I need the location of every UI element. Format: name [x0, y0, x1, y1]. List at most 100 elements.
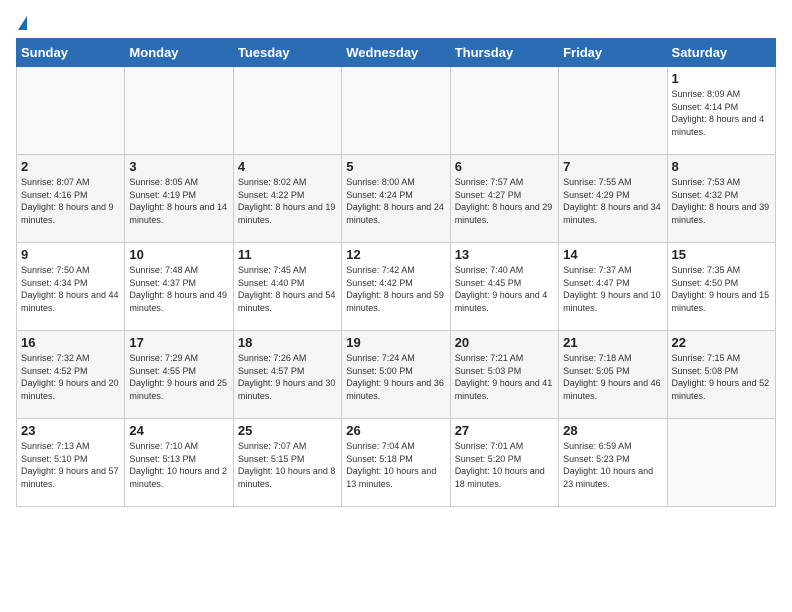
day-info: Sunrise: 7:50 AM Sunset: 4:34 PM Dayligh…	[21, 264, 120, 314]
day-number: 28	[563, 423, 662, 438]
day-info: Sunrise: 6:59 AM Sunset: 5:23 PM Dayligh…	[563, 440, 662, 490]
day-number: 9	[21, 247, 120, 262]
calendar-cell: 7 Sunrise: 7:55 AM Sunset: 4:29 PM Daylig…	[559, 155, 667, 243]
day-info: Sunrise: 8:00 AM Sunset: 4:24 PM Dayligh…	[346, 176, 445, 226]
column-header-thursday: Thursday	[450, 39, 558, 67]
calendar-cell	[233, 67, 341, 155]
calendar-cell: 28 Sunrise: 6:59 AM Sunset: 5:23 PM Dayli…	[559, 419, 667, 507]
logo	[16, 16, 27, 30]
day-number: 25	[238, 423, 337, 438]
calendar-cell	[450, 67, 558, 155]
calendar-cell: 13 Sunrise: 7:40 AM Sunset: 4:45 PM Dayli…	[450, 243, 558, 331]
day-info: Sunrise: 7:10 AM Sunset: 5:13 PM Dayligh…	[129, 440, 228, 490]
day-info: Sunrise: 7:40 AM Sunset: 4:45 PM Dayligh…	[455, 264, 554, 314]
day-number: 21	[563, 335, 662, 350]
calendar-header-row: SundayMondayTuesdayWednesdayThursdayFrid…	[17, 39, 776, 67]
calendar-cell: 22 Sunrise: 7:15 AM Sunset: 5:08 PM Dayli…	[667, 331, 775, 419]
calendar-cell	[125, 67, 233, 155]
calendar-cell: 1 Sunrise: 8:09 AM Sunset: 4:14 PM Daylig…	[667, 67, 775, 155]
day-info: Sunrise: 7:26 AM Sunset: 4:57 PM Dayligh…	[238, 352, 337, 402]
day-info: Sunrise: 7:24 AM Sunset: 5:00 PM Dayligh…	[346, 352, 445, 402]
day-number: 20	[455, 335, 554, 350]
day-info: Sunrise: 7:07 AM Sunset: 5:15 PM Dayligh…	[238, 440, 337, 490]
day-number: 18	[238, 335, 337, 350]
day-info: Sunrise: 7:01 AM Sunset: 5:20 PM Dayligh…	[455, 440, 554, 490]
day-info: Sunrise: 7:55 AM Sunset: 4:29 PM Dayligh…	[563, 176, 662, 226]
calendar-week-row: 1 Sunrise: 8:09 AM Sunset: 4:14 PM Daylig…	[17, 67, 776, 155]
day-info: Sunrise: 7:45 AM Sunset: 4:40 PM Dayligh…	[238, 264, 337, 314]
calendar-cell: 8 Sunrise: 7:53 AM Sunset: 4:32 PM Daylig…	[667, 155, 775, 243]
column-header-sunday: Sunday	[17, 39, 125, 67]
column-header-tuesday: Tuesday	[233, 39, 341, 67]
calendar-cell: 3Sunrise: 8:05 AM Sunset: 4:19 PM Daylig…	[125, 155, 233, 243]
day-number: 15	[672, 247, 771, 262]
day-info: Sunrise: 7:53 AM Sunset: 4:32 PM Dayligh…	[672, 176, 771, 226]
day-number: 5	[346, 159, 445, 174]
calendar-cell: 24 Sunrise: 7:10 AM Sunset: 5:13 PM Dayli…	[125, 419, 233, 507]
day-info: Sunrise: 7:32 AM Sunset: 4:52 PM Dayligh…	[21, 352, 120, 402]
day-number: 12	[346, 247, 445, 262]
day-info: Sunrise: 7:35 AM Sunset: 4:50 PM Dayligh…	[672, 264, 771, 314]
column-header-wednesday: Wednesday	[342, 39, 450, 67]
day-info: Sunrise: 7:42 AM Sunset: 4:42 PM Dayligh…	[346, 264, 445, 314]
day-info: Sunrise: 8:09 AM Sunset: 4:14 PM Dayligh…	[672, 88, 771, 138]
day-number: 8	[672, 159, 771, 174]
day-number: 11	[238, 247, 337, 262]
calendar-week-row: 9 Sunrise: 7:50 AM Sunset: 4:34 PM Daylig…	[17, 243, 776, 331]
calendar-cell: 6 Sunrise: 7:57 AM Sunset: 4:27 PM Daylig…	[450, 155, 558, 243]
calendar-cell: 17 Sunrise: 7:29 AM Sunset: 4:55 PM Dayli…	[125, 331, 233, 419]
calendar-cell: 27 Sunrise: 7:01 AM Sunset: 5:20 PM Dayli…	[450, 419, 558, 507]
calendar-cell: 10 Sunrise: 7:48 AM Sunset: 4:37 PM Dayli…	[125, 243, 233, 331]
calendar-cell: 15 Sunrise: 7:35 AM Sunset: 4:50 PM Dayli…	[667, 243, 775, 331]
calendar-week-row: 23 Sunrise: 7:13 AM Sunset: 5:10 PM Dayli…	[17, 419, 776, 507]
calendar-cell: 25 Sunrise: 7:07 AM Sunset: 5:15 PM Dayli…	[233, 419, 341, 507]
day-number: 19	[346, 335, 445, 350]
day-info: Sunrise: 7:18 AM Sunset: 5:05 PM Dayligh…	[563, 352, 662, 402]
day-info: Sunrise: 7:13 AM Sunset: 5:10 PM Dayligh…	[21, 440, 120, 490]
day-number: 14	[563, 247, 662, 262]
day-info: Sunrise: 7:15 AM Sunset: 5:08 PM Dayligh…	[672, 352, 771, 402]
calendar-cell: 9 Sunrise: 7:50 AM Sunset: 4:34 PM Daylig…	[17, 243, 125, 331]
day-info: Sunrise: 7:57 AM Sunset: 4:27 PM Dayligh…	[455, 176, 554, 226]
day-info: Sunrise: 7:37 AM Sunset: 4:47 PM Dayligh…	[563, 264, 662, 314]
day-number: 16	[21, 335, 120, 350]
day-number: 2	[21, 159, 120, 174]
calendar-cell: 5 Sunrise: 8:00 AM Sunset: 4:24 PM Daylig…	[342, 155, 450, 243]
day-info: Sunrise: 7:21 AM Sunset: 5:03 PM Dayligh…	[455, 352, 554, 402]
day-number: 27	[455, 423, 554, 438]
calendar-week-row: 16 Sunrise: 7:32 AM Sunset: 4:52 PM Dayli…	[17, 331, 776, 419]
calendar-cell: 11 Sunrise: 7:45 AM Sunset: 4:40 PM Dayli…	[233, 243, 341, 331]
day-info: Sunrise: 7:48 AM Sunset: 4:37 PM Dayligh…	[129, 264, 228, 314]
calendar-cell	[17, 67, 125, 155]
day-number: 4	[238, 159, 337, 174]
day-number: 26	[346, 423, 445, 438]
day-info: Sunrise: 8:07 AM Sunset: 4:16 PM Dayligh…	[21, 176, 120, 226]
day-info: Sunrise: 7:29 AM Sunset: 4:55 PM Dayligh…	[129, 352, 228, 402]
calendar-week-row: 2 Sunrise: 8:07 AM Sunset: 4:16 PM Daylig…	[17, 155, 776, 243]
calendar-cell: 19 Sunrise: 7:24 AM Sunset: 5:00 PM Dayli…	[342, 331, 450, 419]
calendar-cell	[667, 419, 775, 507]
column-header-saturday: Saturday	[667, 39, 775, 67]
column-header-monday: Monday	[125, 39, 233, 67]
day-number: 24	[129, 423, 228, 438]
calendar-cell: 12 Sunrise: 7:42 AM Sunset: 4:42 PM Dayli…	[342, 243, 450, 331]
calendar-table: SundayMondayTuesdayWednesdayThursdayFrid…	[16, 38, 776, 507]
day-number: 13	[455, 247, 554, 262]
day-number: 1	[672, 71, 771, 86]
calendar-cell: 4 Sunrise: 8:02 AM Sunset: 4:22 PM Daylig…	[233, 155, 341, 243]
day-number: 6	[455, 159, 554, 174]
page-header	[16, 16, 776, 30]
calendar-cell: 14 Sunrise: 7:37 AM Sunset: 4:47 PM Dayli…	[559, 243, 667, 331]
day-info: Sunrise: 8:05 AM Sunset: 4:19 PM Dayligh…	[129, 176, 228, 226]
day-number: 22	[672, 335, 771, 350]
calendar-cell: 2 Sunrise: 8:07 AM Sunset: 4:16 PM Daylig…	[17, 155, 125, 243]
day-number: 10	[129, 247, 228, 262]
day-number: 23	[21, 423, 120, 438]
day-number: 7	[563, 159, 662, 174]
calendar-cell	[342, 67, 450, 155]
calendar-cell: 16 Sunrise: 7:32 AM Sunset: 4:52 PM Dayli…	[17, 331, 125, 419]
day-info: Sunrise: 8:02 AM Sunset: 4:22 PM Dayligh…	[238, 176, 337, 226]
day-number: 17	[129, 335, 228, 350]
column-header-friday: Friday	[559, 39, 667, 67]
calendar-cell	[559, 67, 667, 155]
